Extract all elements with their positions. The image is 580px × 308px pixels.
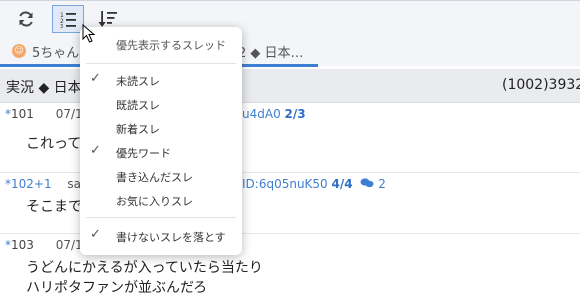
priority-display-button[interactable]: 1 2 3 [52, 5, 84, 33]
check-icon: ✓ [90, 227, 101, 242]
post-header: *103 07/1 [5, 238, 83, 252]
mouse-cursor-icon [82, 24, 96, 43]
svg-text:3: 3 [60, 24, 63, 28]
menu-item-read[interactable]: 既読スレ [80, 93, 242, 115]
reply-indicator[interactable]: 2 [360, 177, 386, 191]
tab-thread[interactable]: 2 ◆ 日本… [238, 36, 304, 66]
ordered-list-icon: 1 2 3 [60, 12, 76, 28]
post-number[interactable]: 102+1 [11, 177, 52, 191]
post-body-line2: ハリポタファンが並ぶんだろ [26, 280, 208, 296]
menu-item-new[interactable]: 新着スレ [80, 117, 242, 139]
reply-bubble-icon [360, 178, 374, 188]
refresh-button[interactable] [10, 5, 42, 33]
menu-item-label: 書けないスレを落とす [116, 231, 226, 244]
check-icon: ✓ [90, 71, 101, 86]
priority-display-menu: 優先表示するスレッド ✓ 未読スレ 既読スレ 新着スレ ✓ 優先ワード 書き込ん… [80, 27, 242, 255]
menu-divider [86, 217, 236, 218]
menu-item-unread[interactable]: ✓ 未読スレ [80, 69, 242, 91]
menu-item-favorites[interactable]: お気に入りスレ [80, 189, 242, 211]
post-number[interactable]: 101 [11, 107, 34, 121]
board-icon: ☺ [12, 44, 26, 58]
menu-item-label: 優先ワード [116, 147, 171, 160]
post-body: そこまで [26, 199, 82, 215]
menu-divider [86, 63, 236, 64]
tab-label: 2 ◆ 日本… [238, 45, 304, 61]
post-count: (1002)3932 [502, 77, 580, 93]
post-date: 07/1 [55, 238, 83, 252]
menu-item-drop-unwritable[interactable]: ✓ 書けないスレを落とす [80, 225, 242, 247]
menu-item-posted[interactable]: 書き込んだスレ [80, 165, 242, 187]
post-id-text: u4dA0 [242, 107, 281, 121]
menu-item-label: お気に入りスレ [116, 195, 193, 208]
id-count: 4/4 [331, 177, 353, 191]
menu-item-priority-word[interactable]: ✓ 優先ワード [80, 141, 242, 163]
menu-item-label: 未読スレ [116, 75, 160, 88]
tab-label: 5ちゃん [32, 45, 80, 61]
post-date: 07/1 [55, 107, 83, 121]
thread-title: 実況 ◆ 日本 [6, 80, 82, 96]
tab-board[interactable]: ☺ 5ちゃん [0, 36, 79, 66]
post-body: これって [26, 136, 82, 152]
id-count: 2/3 [284, 107, 306, 121]
reply-count: 2 [378, 177, 386, 191]
post-header: *101 07/1 [5, 107, 83, 121]
check-icon: ✓ [90, 143, 101, 158]
post-number[interactable]: 103 [11, 238, 34, 252]
post-id-text: ID:6q05nuK50 [242, 177, 328, 191]
post-id[interactable]: u4dA0 2/3 [242, 107, 306, 121]
refresh-icon [19, 11, 33, 27]
menu-item-label: 既読スレ [116, 99, 160, 112]
menu-item-label: 書き込んだスレ [116, 171, 193, 184]
sort-desc-icon [98, 11, 117, 27]
menu-item-label: 新着スレ [116, 123, 160, 136]
post-header: *102+1 sag [5, 177, 89, 191]
post-body: うどんにかえるが入っていたら当たり [26, 260, 263, 276]
post-id[interactable]: ID:6q05nuK50 4/4 2 [242, 177, 386, 191]
menu-header: 優先表示するスレッド [116, 39, 226, 52]
